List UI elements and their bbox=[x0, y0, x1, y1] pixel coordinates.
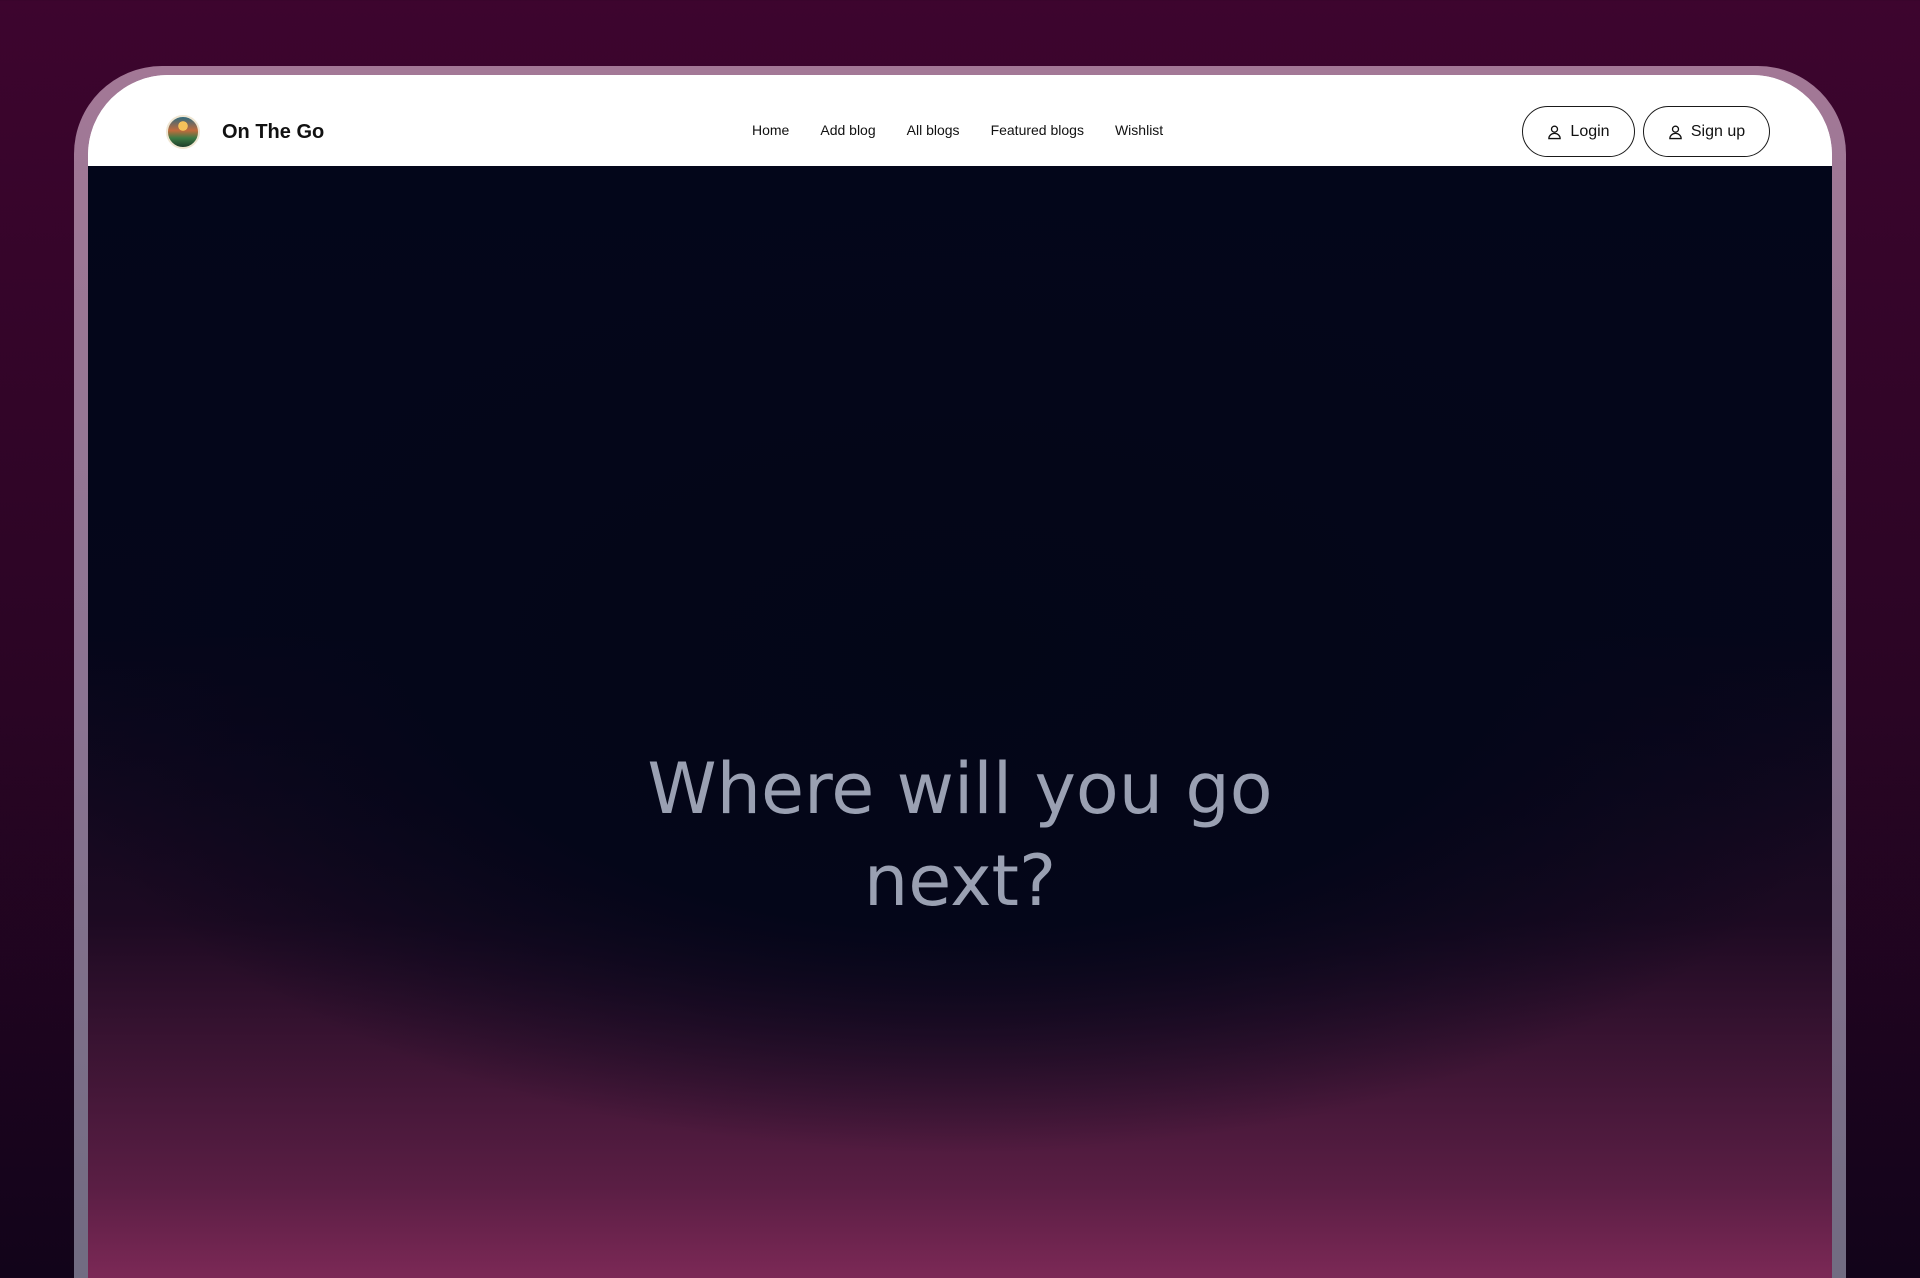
login-label: Login bbox=[1570, 122, 1610, 140]
device-frame: On The Go Home Add blog All blogs Featur… bbox=[74, 66, 1846, 1278]
signup-button[interactable]: Sign up bbox=[1643, 106, 1770, 157]
hero-title: Where will you go next? bbox=[88, 743, 1832, 927]
landscape-logo-icon[interactable] bbox=[166, 115, 200, 149]
navbar: On The Go Home Add blog All blogs Featur… bbox=[88, 75, 1832, 166]
hero-title-line1: Where will you go bbox=[647, 748, 1273, 830]
signup-label: Sign up bbox=[1690, 122, 1746, 140]
nav-wishlist[interactable]: Wishlist bbox=[1115, 122, 1163, 138]
brand-name[interactable]: On The Go bbox=[222, 121, 324, 144]
user-icon bbox=[1548, 125, 1562, 139]
nav-featured-blogs[interactable]: Featured blogs bbox=[991, 122, 1084, 138]
nav-add-blog[interactable]: Add blog bbox=[820, 122, 875, 138]
browser-screen: On The Go Home Add blog All blogs Featur… bbox=[88, 75, 1832, 1278]
hero-title-line2: next? bbox=[863, 840, 1057, 922]
nav-links: Home Add blog All blogs Featured blogs W… bbox=[752, 122, 1163, 138]
login-button[interactable]: Login bbox=[1522, 106, 1635, 157]
nav-home[interactable]: Home bbox=[752, 122, 789, 138]
auth-buttons: Login Sign up bbox=[1522, 106, 1770, 157]
nav-all-blogs[interactable]: All blogs bbox=[907, 122, 960, 138]
user-icon bbox=[1669, 125, 1682, 139]
brand[interactable]: On The Go bbox=[166, 115, 324, 149]
hero-section: Where will you go next? bbox=[88, 166, 1832, 1278]
